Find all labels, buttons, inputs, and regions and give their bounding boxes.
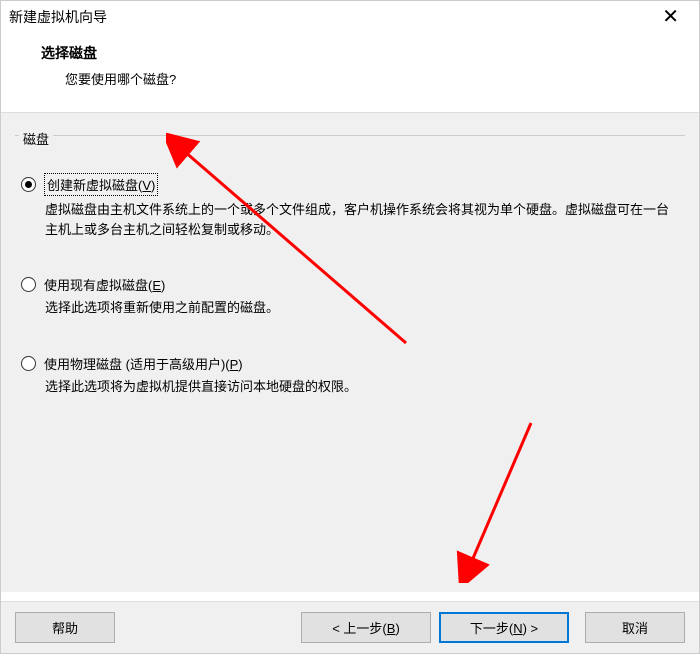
close-icon[interactable]: ✕ bbox=[654, 7, 687, 27]
wizard-header: 选择磁盘 您要使用哪个磁盘? bbox=[1, 31, 699, 112]
option-existing-desc: 选择此选项将重新使用之前配置的磁盘。 bbox=[21, 294, 679, 318]
page-title: 选择磁盘 bbox=[41, 43, 659, 63]
spacer bbox=[123, 612, 293, 643]
disk-radio-group: 创建新虚拟磁盘(V) 虚拟磁盘由主机文件系统上的一个或多个文件组成，客户机操作系… bbox=[15, 155, 685, 396]
next-button[interactable]: 下一步(N) > bbox=[439, 612, 569, 643]
option-existing-disk[interactable]: 使用现有虚拟磁盘(E) 选择此选项将重新使用之前配置的磁盘。 bbox=[21, 275, 679, 318]
radio-icon[interactable] bbox=[21, 177, 36, 192]
option-physical-desc: 选择此选项将为虚拟机提供直接访问本地硬盘的权限。 bbox=[21, 373, 679, 397]
radio-icon[interactable] bbox=[21, 277, 36, 292]
back-button[interactable]: < 上一步(B) bbox=[301, 612, 431, 643]
annotation-arrow-2 bbox=[431, 413, 551, 583]
fieldset-border: 磁盘 bbox=[15, 135, 685, 155]
option-existing-label: 使用现有虚拟磁盘(E) bbox=[44, 275, 165, 294]
option-create-desc: 虚拟磁盘由主机文件系统上的一个或多个文件组成，客户机操作系统会将其视为单个硬盘。… bbox=[21, 196, 679, 239]
cancel-button[interactable]: 取消 bbox=[585, 612, 685, 643]
option-create-new-disk[interactable]: 创建新虚拟磁盘(V) 虚拟磁盘由主机文件系统上的一个或多个文件组成，客户机操作系… bbox=[21, 173, 679, 239]
titlebar: 新建虚拟机向导 ✕ bbox=[1, 1, 699, 31]
page-subtitle: 您要使用哪个磁盘? bbox=[41, 69, 659, 88]
option-physical-disk[interactable]: 使用物理磁盘 (适用于高级用户)(P) 选择此选项将为虚拟机提供直接访问本地硬盘… bbox=[21, 354, 679, 397]
radio-icon[interactable] bbox=[21, 356, 36, 371]
help-button[interactable]: 帮助 bbox=[15, 612, 115, 643]
option-create-label: 创建新虚拟磁盘(V) bbox=[44, 173, 158, 196]
fieldset-label: 磁盘 bbox=[19, 129, 53, 148]
button-bar: 帮助 < 上一步(B) 下一步(N) > 取消 bbox=[1, 601, 699, 653]
window-title: 新建虚拟机向导 bbox=[9, 7, 107, 27]
content-area: 磁盘 创建新虚拟磁盘(V) 虚拟磁盘由主机文件系统上的一个或多个文件组成，客户机… bbox=[1, 112, 699, 592]
option-physical-label: 使用物理磁盘 (适用于高级用户)(P) bbox=[44, 354, 243, 373]
